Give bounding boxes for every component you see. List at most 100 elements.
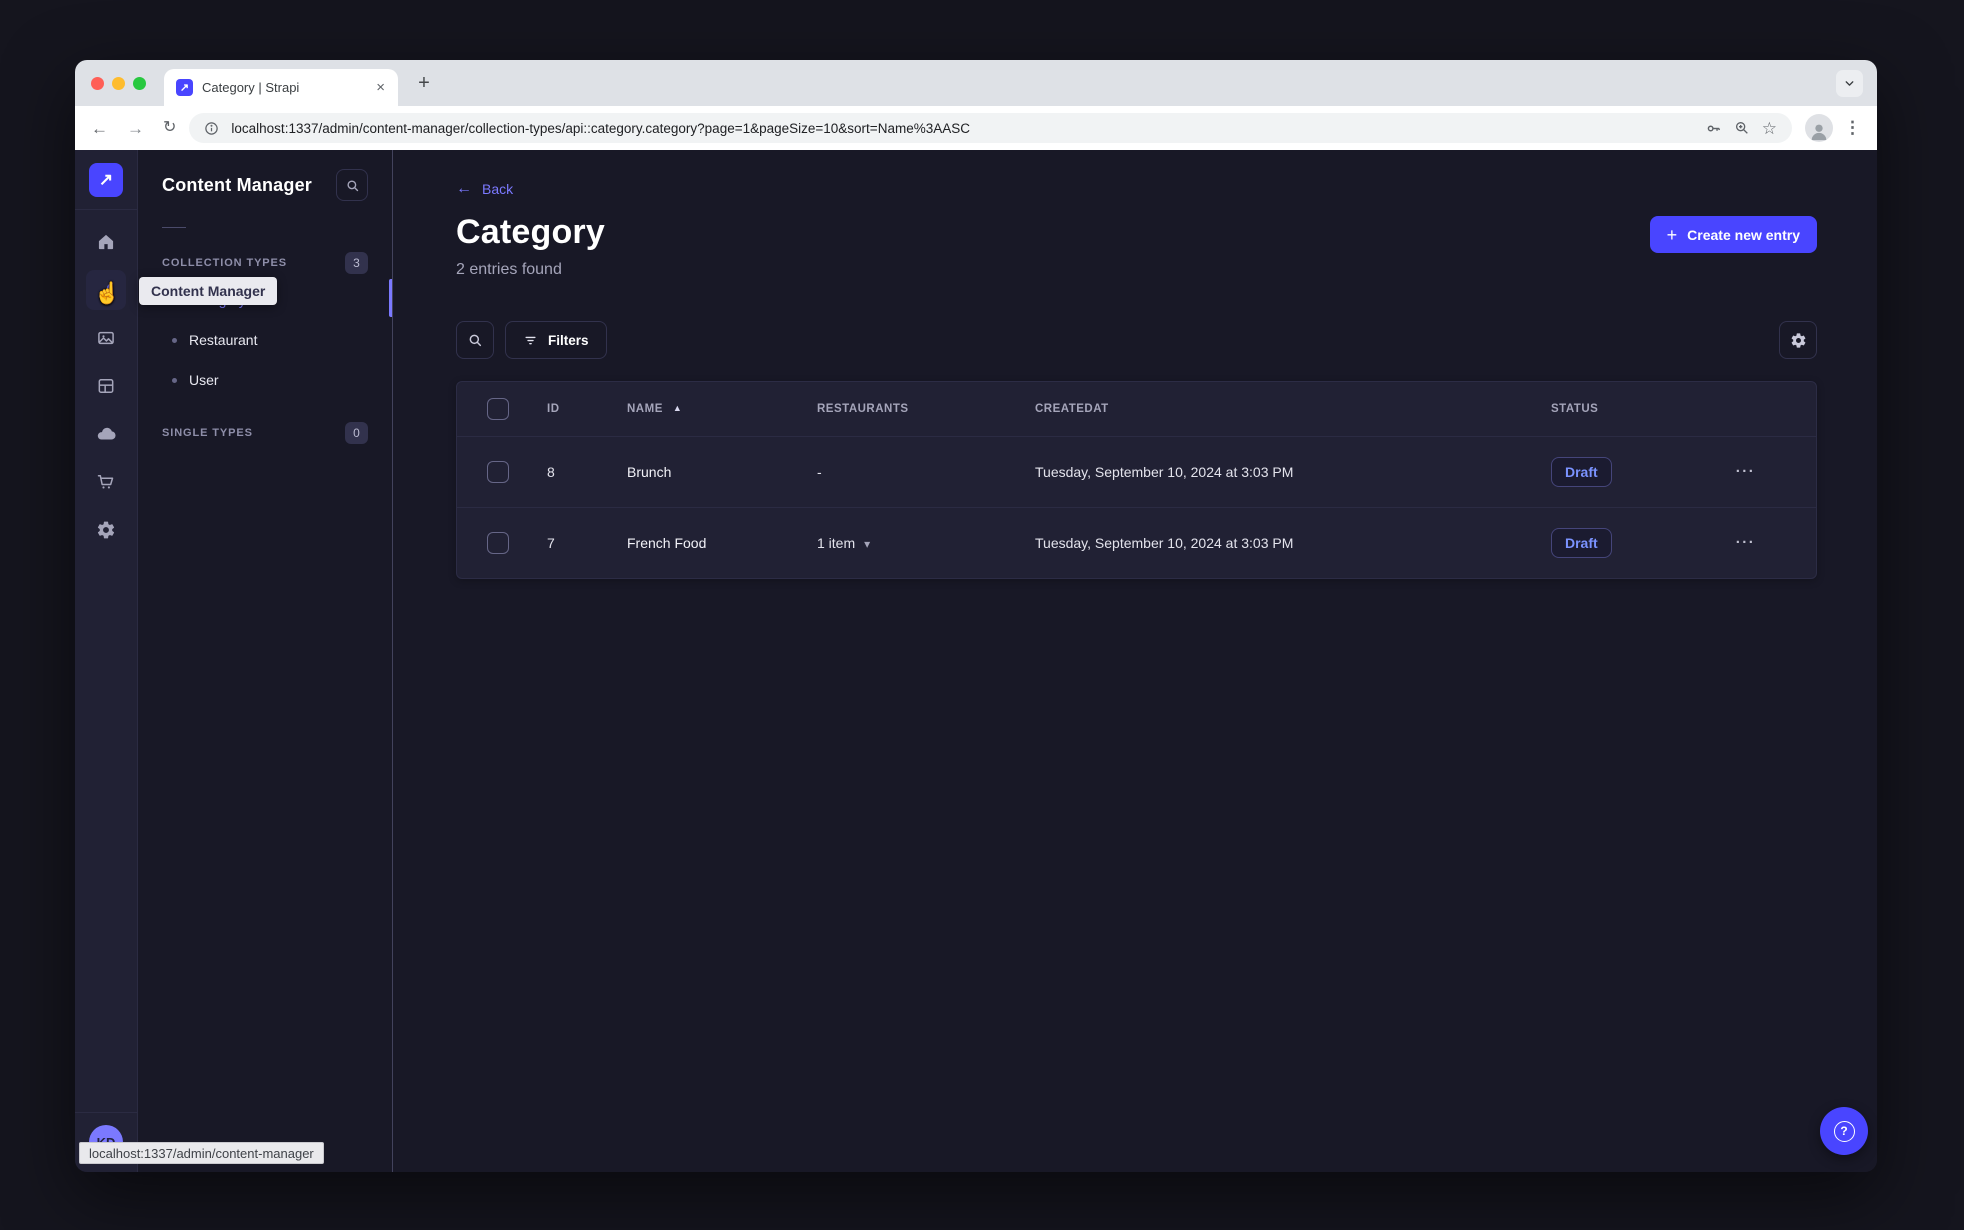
- cloud-icon: [95, 423, 117, 445]
- single-types-count-badge: 0: [345, 422, 368, 444]
- main-content: ← Back Category + Create new entry 2 ent…: [393, 150, 1877, 1172]
- sidebar-item-content-type-builder[interactable]: [86, 366, 126, 406]
- filters-button[interactable]: Filters: [505, 321, 607, 359]
- row-checkbox[interactable]: [487, 531, 509, 554]
- status-badge: Draft: [1551, 527, 1612, 558]
- column-header-name[interactable]: NAME: [627, 403, 663, 415]
- strapi-favicon-icon: ↗: [176, 79, 193, 96]
- password-key-icon[interactable]: [1705, 120, 1722, 137]
- bullet-icon: [172, 377, 177, 383]
- cell-createdat: Tuesday, September 10, 2024 at 3:03 PM: [1009, 506, 1525, 578]
- view-settings-button[interactable]: [1779, 321, 1817, 359]
- back-link[interactable]: ← Back: [456, 180, 514, 198]
- sort-ascending-icon[interactable]: ▲: [673, 403, 682, 413]
- zoom-page-icon[interactable]: [1734, 120, 1750, 136]
- column-header-restaurants[interactable]: RESTAURANTS: [817, 403, 909, 415]
- subnav-title: Content Manager: [162, 174, 313, 195]
- sidebar-item-cloud[interactable]: [86, 414, 126, 454]
- select-all-checkbox[interactable]: [487, 397, 509, 420]
- table-search-button[interactable]: [456, 321, 494, 359]
- media-image-icon: [96, 328, 116, 348]
- subnav-item-restaurant[interactable]: Restaurant: [162, 320, 368, 360]
- entries-table: ID NAME ▲ RESTAURANTS CREATEDAT STATUS 8: [457, 382, 1816, 578]
- browser-tab[interactable]: ↗ Category | Strapi ×: [164, 69, 398, 106]
- row-checkbox[interactable]: [487, 460, 509, 483]
- row-actions-button[interactable]: ···: [1736, 534, 1756, 551]
- favicon-glyph: ↗: [179, 82, 190, 94]
- bullet-icon: [172, 337, 177, 343]
- cell-createdat: Tuesday, September 10, 2024 at 3:03 PM: [1009, 435, 1525, 507]
- content-manager-tooltip: Content Manager: [139, 277, 278, 305]
- question-mark-icon: ?: [1833, 1120, 1855, 1142]
- tab-title: Category | Strapi: [202, 80, 300, 95]
- filter-icon: [523, 333, 538, 348]
- cell-restaurants[interactable]: 1 item ▾: [791, 506, 1009, 578]
- sidebar-item-media-library[interactable]: [86, 318, 126, 358]
- nav-divider: [75, 209, 138, 210]
- home-icon: [96, 232, 116, 252]
- page-title: Category: [456, 213, 605, 251]
- window-close-button[interactable]: [91, 76, 104, 90]
- sidebar-item-home[interactable]: [86, 222, 126, 262]
- caret-down-icon: ▾: [864, 536, 871, 551]
- cell-id: 7: [521, 506, 601, 578]
- column-header-status[interactable]: STATUS: [1551, 403, 1598, 415]
- cell-id: 8: [521, 435, 601, 507]
- search-icon: [345, 178, 360, 193]
- browser-toolbar: ← → ↻ localhost:1337/admin/content-manag…: [75, 106, 1877, 150]
- collection-types-count-badge: 3: [345, 252, 368, 274]
- tab-close-icon[interactable]: ×: [373, 79, 388, 96]
- browser-forward-icon[interactable]: →: [127, 120, 144, 137]
- section-label: SINGLE TYPES: [162, 427, 253, 439]
- row-actions-button[interactable]: ···: [1736, 463, 1756, 480]
- section-label: COLLECTION TYPES: [162, 257, 288, 269]
- window-zoom-button[interactable]: [133, 76, 146, 90]
- gear-icon: [96, 520, 116, 540]
- link-preview-statusbar: localhost:1337/admin/content-manager: [79, 1142, 324, 1164]
- browser-menu-icon[interactable]: ⋮: [1844, 118, 1861, 138]
- cart-icon: [96, 472, 116, 492]
- subnav-item-user[interactable]: User: [162, 360, 368, 400]
- bookmark-star-icon[interactable]: ☆: [1762, 120, 1777, 137]
- strapi-app: ↗ KD: [75, 150, 1877, 1172]
- subnav-search-button[interactable]: [336, 169, 368, 201]
- url-bar[interactable]: localhost:1337/admin/content-manager/col…: [189, 113, 1792, 143]
- page-info-icon[interactable]: [204, 121, 219, 136]
- column-header-createdat[interactable]: CREATEDAT: [1035, 403, 1109, 415]
- layout-icon: [96, 376, 116, 396]
- sidebar-item-marketplace[interactable]: [86, 462, 126, 502]
- strapi-logo[interactable]: ↗: [89, 163, 123, 197]
- subnav-divider: [162, 227, 186, 228]
- desktop: { "colors": { "accent": "#4945ff", "acce…: [0, 0, 1964, 1230]
- cell-name: French Food: [601, 506, 791, 578]
- plus-icon: +: [1666, 224, 1678, 245]
- sidebar-item-settings[interactable]: [86, 510, 126, 550]
- table-row[interactable]: 7 French Food 1 item ▾ Tuesday, September…: [457, 506, 1816, 578]
- single-types-header: SINGLE TYPES 0: [162, 422, 368, 444]
- subnav-item-label: Restaurant: [189, 332, 258, 348]
- back-arrow-icon: ←: [456, 180, 472, 197]
- create-new-entry-button[interactable]: + Create new entry: [1649, 216, 1817, 253]
- entries-table-card: ID NAME ▲ RESTAURANTS CREATEDAT STATUS 8: [456, 381, 1817, 579]
- browser-profile-icon[interactable]: [1805, 114, 1833, 142]
- hand-cursor-icon: ☝: [94, 282, 121, 305]
- search-icon: [467, 332, 483, 348]
- cell-name: Brunch: [601, 435, 791, 507]
- table-row[interactable]: 8 Brunch - Tuesday, September 10, 2024 a…: [457, 435, 1816, 507]
- tab-search-chevron-icon[interactable]: [1836, 69, 1863, 97]
- help-button[interactable]: ?: [1820, 1107, 1868, 1155]
- window-minimize-button[interactable]: [112, 76, 125, 90]
- back-label: Back: [482, 181, 514, 197]
- gear-icon: [1790, 332, 1807, 349]
- subnav-item-label: User: [189, 372, 219, 388]
- cell-restaurants: -: [791, 435, 1009, 507]
- create-button-label: Create new entry: [1687, 226, 1800, 243]
- tab-strip: ↗ Category | Strapi × +: [75, 60, 1877, 106]
- entries-count: 2 entries found: [456, 261, 562, 278]
- new-tab-button[interactable]: +: [410, 69, 438, 97]
- browser-back-icon[interactable]: ←: [91, 120, 108, 137]
- filters-label: Filters: [548, 332, 589, 348]
- collection-types-header: COLLECTION TYPES 3: [162, 252, 368, 274]
- column-header-id[interactable]: ID: [547, 403, 560, 415]
- browser-reload-icon[interactable]: ↻: [163, 120, 176, 136]
